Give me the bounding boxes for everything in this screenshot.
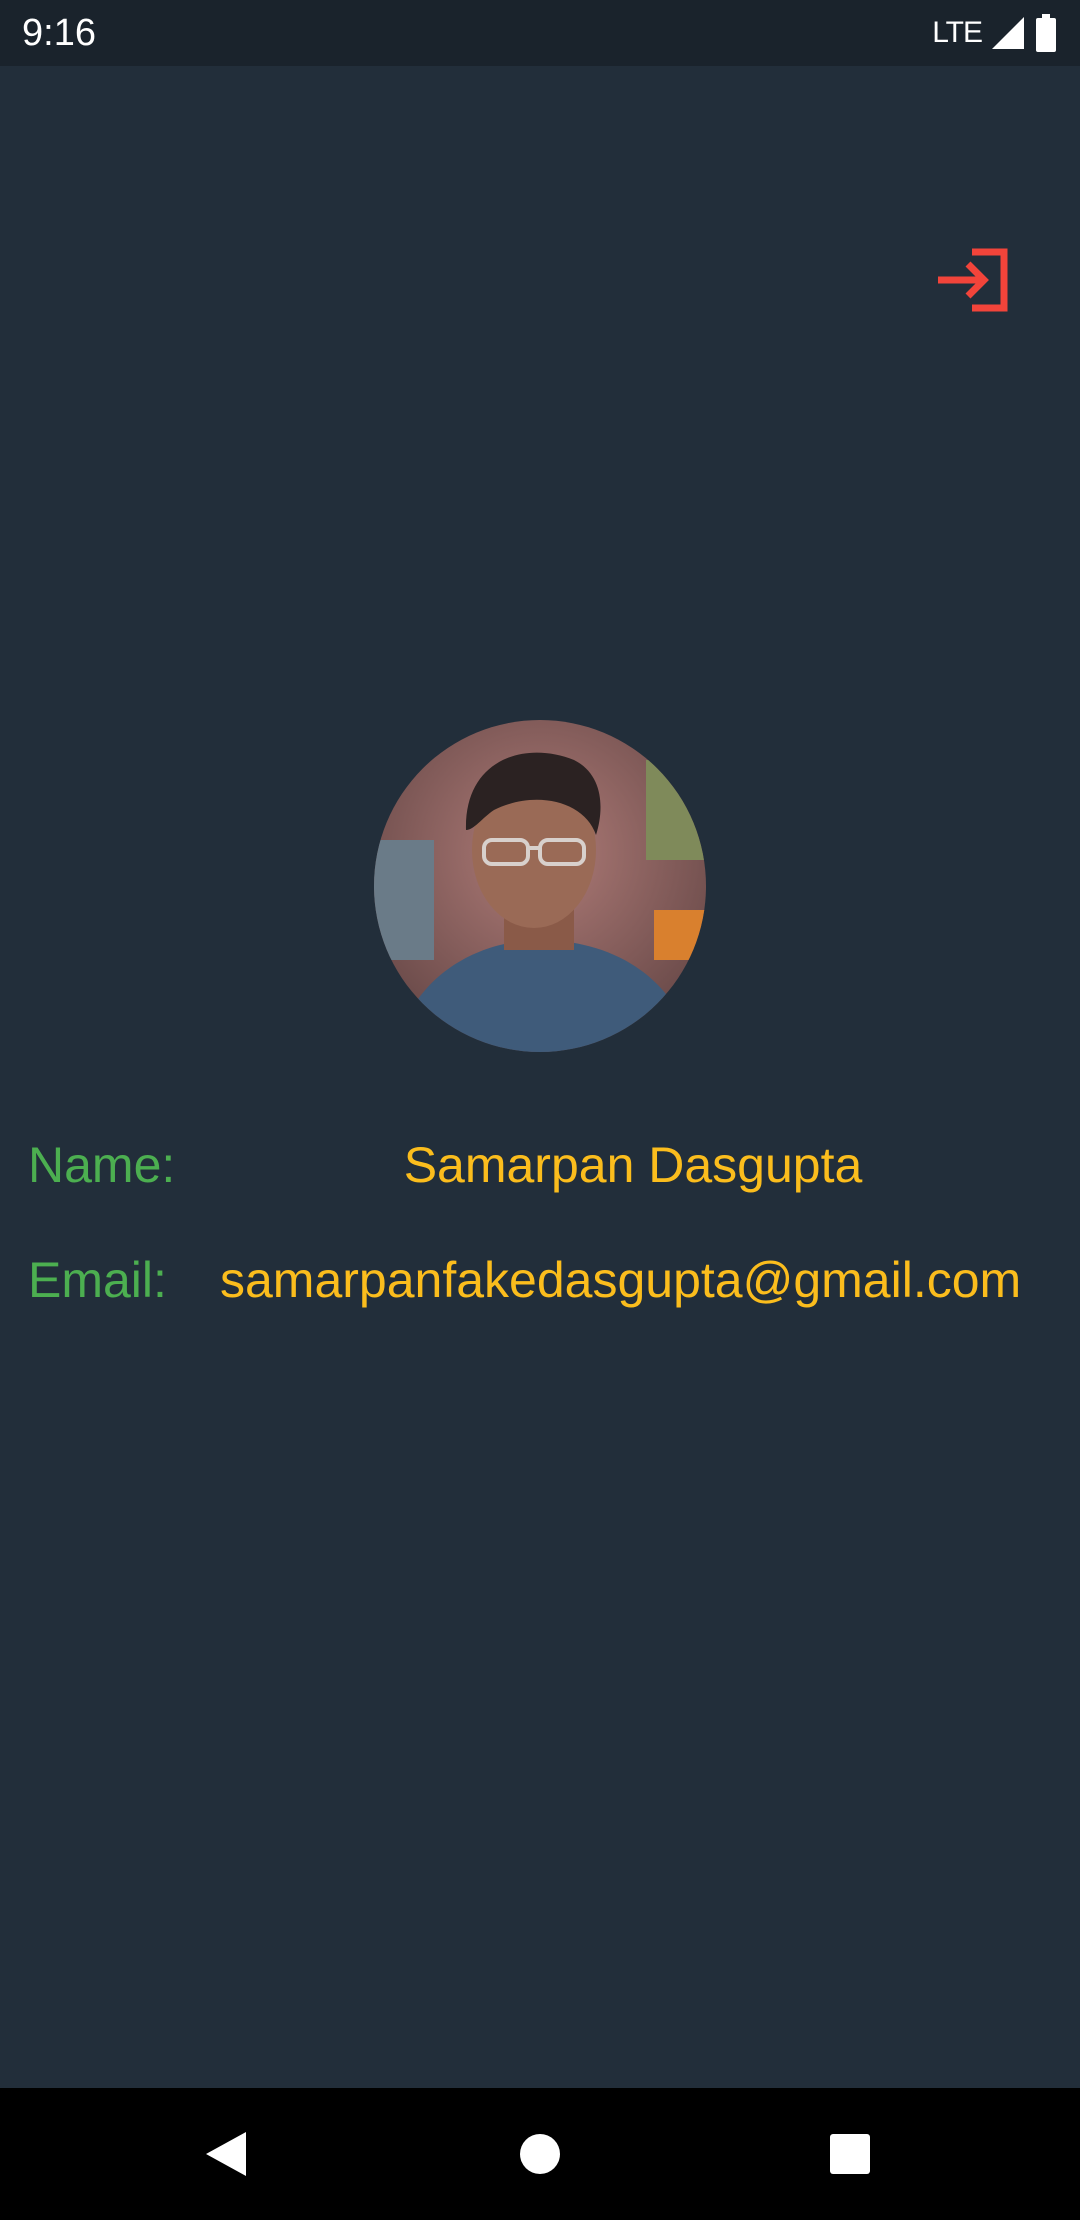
battery-icon bbox=[1034, 14, 1058, 52]
home-button[interactable] bbox=[502, 2116, 578, 2192]
home-icon bbox=[519, 2133, 561, 2175]
email-label: Email: bbox=[28, 1252, 167, 1308]
avatar bbox=[374, 720, 706, 1052]
back-icon bbox=[204, 2130, 248, 2178]
back-button[interactable] bbox=[188, 2116, 264, 2192]
status-icons: LTE bbox=[932, 10, 1058, 56]
status-time: 9:16 bbox=[22, 12, 96, 54]
status-bar: 9:16 LTE bbox=[0, 0, 1080, 66]
network-type-label: LTE bbox=[932, 16, 983, 49]
recents-icon bbox=[829, 2133, 871, 2175]
logout-icon bbox=[934, 248, 1010, 312]
signal-icon bbox=[990, 15, 1026, 51]
recents-button[interactable] bbox=[812, 2116, 888, 2192]
name-value: Samarpan Dasgupta bbox=[403, 1137, 863, 1193]
navigation-bar bbox=[0, 2088, 1080, 2220]
email-value: samarpanfakedasgupta@gmail.com bbox=[220, 1252, 1022, 1308]
logout-button[interactable] bbox=[924, 232, 1020, 328]
